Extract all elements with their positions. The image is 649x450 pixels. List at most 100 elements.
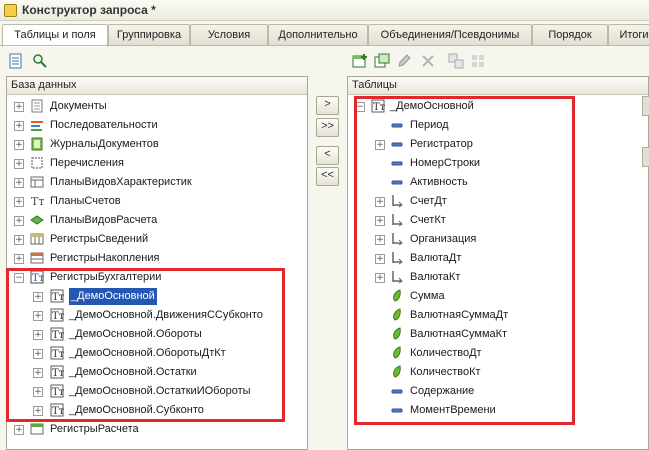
item-label: РегистрыБухгалтерии (50, 271, 162, 283)
expand-toggle[interactable]: + (375, 140, 385, 150)
tree-item-table[interactable]: + Тт _ДемоОсновной.Субконто (7, 401, 297, 420)
expand-toggle[interactable]: + (14, 178, 24, 188)
query-list-icon[interactable] (8, 53, 24, 69)
remove-all-fields-button[interactable]: << (316, 167, 339, 186)
tree-item-field[interactable]: + СчетДт (348, 192, 638, 211)
side-button-down[interactable] (642, 147, 649, 167)
tree-item-table[interactable]: + Тт _ДемоОсновной.ОстаткиИОбороты (7, 382, 297, 401)
expand-toggle[interactable]: + (14, 121, 24, 131)
field-icon (390, 175, 404, 189)
expand-toggle[interactable]: + (375, 216, 385, 226)
tree-item-field[interactable]: Период (348, 116, 638, 135)
tab-unions-aliases[interactable]: Объединения/Псевдонимы (368, 24, 532, 45)
expand-toggle[interactable]: + (14, 159, 24, 169)
expand-toggle[interactable]: + (33, 311, 43, 321)
group-icon[interactable] (470, 53, 486, 69)
expand-toggle[interactable]: + (14, 254, 24, 264)
tree-item-table[interactable]: + Тт _ДемоОсновной.ДвиженияССубконто (7, 306, 297, 325)
tree-item-category[interactable]: + Тт ПланыСчетов (7, 192, 297, 211)
tab-conditions[interactable]: Условия (190, 24, 268, 45)
svg-text:Тт: Тт (373, 102, 385, 113)
field-icon (390, 384, 404, 398)
expand-toggle[interactable]: + (33, 406, 43, 416)
expand-toggle[interactable]: + (375, 273, 385, 283)
edit-icon[interactable] (396, 53, 412, 69)
tree-item-field[interactable]: ВалютнаяСуммаДт (348, 306, 638, 325)
expand-toggle[interactable]: + (33, 292, 43, 302)
tree-item-field[interactable]: КоличествоКт (348, 363, 638, 382)
tab-tables-fields[interactable]: Таблицы и поля (2, 24, 108, 47)
calc-types-icon (30, 213, 44, 227)
tab-totals[interactable]: Итоги (608, 24, 649, 45)
tree-item-field[interactable]: НомерСтроки (348, 154, 638, 173)
tree-item-table[interactable]: + Тт _ДемоОсновной.Остатки (7, 363, 297, 382)
item-label: НомерСтроки (410, 157, 481, 169)
tree-item-field[interactable]: Содержание (348, 382, 638, 401)
resource-icon (390, 346, 404, 360)
tree-item-category[interactable]: − Тт РегистрыБухгалтерии (7, 268, 297, 287)
add-field-button[interactable]: > (316, 96, 339, 115)
tree-item-category[interactable]: + РегистрыРасчета (7, 420, 297, 439)
tab-advanced[interactable]: Дополнительно (268, 24, 368, 45)
expand-toggle[interactable]: + (33, 330, 43, 340)
tree-item-category[interactable]: + Последовательности (7, 116, 297, 135)
info-register-icon (30, 232, 44, 246)
expand-toggle[interactable]: + (33, 368, 43, 378)
expand-toggle[interactable]: + (33, 387, 43, 397)
tree-item-table[interactable]: + Тт _ДемоОсновной.Обороты (7, 325, 297, 344)
tree-item-table[interactable]: + Тт _ДемоОсновной (7, 287, 297, 306)
expand-toggle[interactable]: + (14, 140, 24, 150)
database-panel-header: База данных (7, 77, 307, 95)
tree-item-field[interactable]: + ВалютаКт (348, 268, 638, 287)
item-label: ПланыВидовРасчета (50, 214, 158, 226)
delete-icon[interactable] (420, 53, 436, 69)
tree-item-field[interactable]: + Организация (348, 230, 638, 249)
search-tables-icon[interactable] (32, 53, 48, 69)
journal-icon (30, 137, 44, 151)
tree-item-table[interactable]: + Тт _ДемоОсновной.ОборотыДтКт (7, 344, 297, 363)
tree-item-category[interactable]: + ПланыВидовХарактеристик (7, 173, 297, 192)
table-icon: Тт (371, 99, 386, 113)
tree-item-field[interactable]: ВалютнаяСуммаКт (348, 325, 638, 344)
expand-toggle[interactable]: + (33, 349, 43, 359)
expand-toggle[interactable]: + (375, 235, 385, 245)
add-all-fields-button[interactable]: >> (316, 118, 339, 137)
expand-toggle[interactable]: − (355, 102, 365, 112)
table-icon: Тт (50, 289, 65, 303)
expand-toggle[interactable]: + (14, 216, 24, 226)
add-table-icon[interactable] (352, 53, 368, 69)
tree-item-field[interactable]: КоличествоДт (348, 344, 638, 363)
svg-text:Тт: Тт (52, 330, 64, 341)
tree-item-field[interactable]: Активность (348, 173, 638, 192)
replace-table-icon[interactable] (448, 53, 464, 69)
expand-toggle[interactable]: + (375, 197, 385, 207)
remove-field-button[interactable]: < (316, 146, 339, 165)
expand-toggle[interactable]: + (14, 102, 24, 112)
tree-item-category[interactable]: + ЖурналыДокументов (7, 135, 297, 154)
tab-grouping[interactable]: Группировка (108, 24, 190, 45)
account-icon (390, 213, 404, 227)
tree-item-field[interactable]: + СчетКт (348, 211, 638, 230)
expand-toggle[interactable]: − (14, 273, 24, 283)
nested-query-icon[interactable] (374, 53, 390, 69)
tree-item-field[interactable]: + Регистратор (348, 135, 638, 154)
tree-item-field[interactable]: Сумма (348, 287, 638, 306)
tree-item-category[interactable]: + РегистрыНакопления (7, 249, 297, 268)
field-icon (390, 403, 404, 417)
tree-item-field[interactable]: МоментВремени (348, 401, 638, 420)
expand-toggle[interactable]: + (14, 235, 24, 245)
expand-toggle[interactable]: + (14, 425, 24, 435)
tree-item-category[interactable]: + Перечисления (7, 154, 297, 173)
tree-item-category[interactable]: + ПланыВидовРасчета (7, 211, 297, 230)
expand-toggle[interactable]: + (14, 197, 24, 207)
svg-text:Тт: Тт (52, 311, 64, 322)
tree-item-category[interactable]: + Документы (7, 97, 297, 116)
expand-toggle[interactable]: + (375, 254, 385, 264)
tab-order[interactable]: Порядок (532, 24, 608, 45)
tree-item-source-table[interactable]: − Тт _ДемоОсновной (348, 97, 638, 116)
tree-item-category[interactable]: + РегистрыСведений (7, 230, 297, 249)
tree-item-field[interactable]: + ВалютаДт (348, 249, 638, 268)
table-icon: Тт (50, 327, 65, 341)
item-label: ПланыВидовХарактеристик (50, 176, 192, 188)
side-button-up[interactable] (642, 96, 649, 116)
